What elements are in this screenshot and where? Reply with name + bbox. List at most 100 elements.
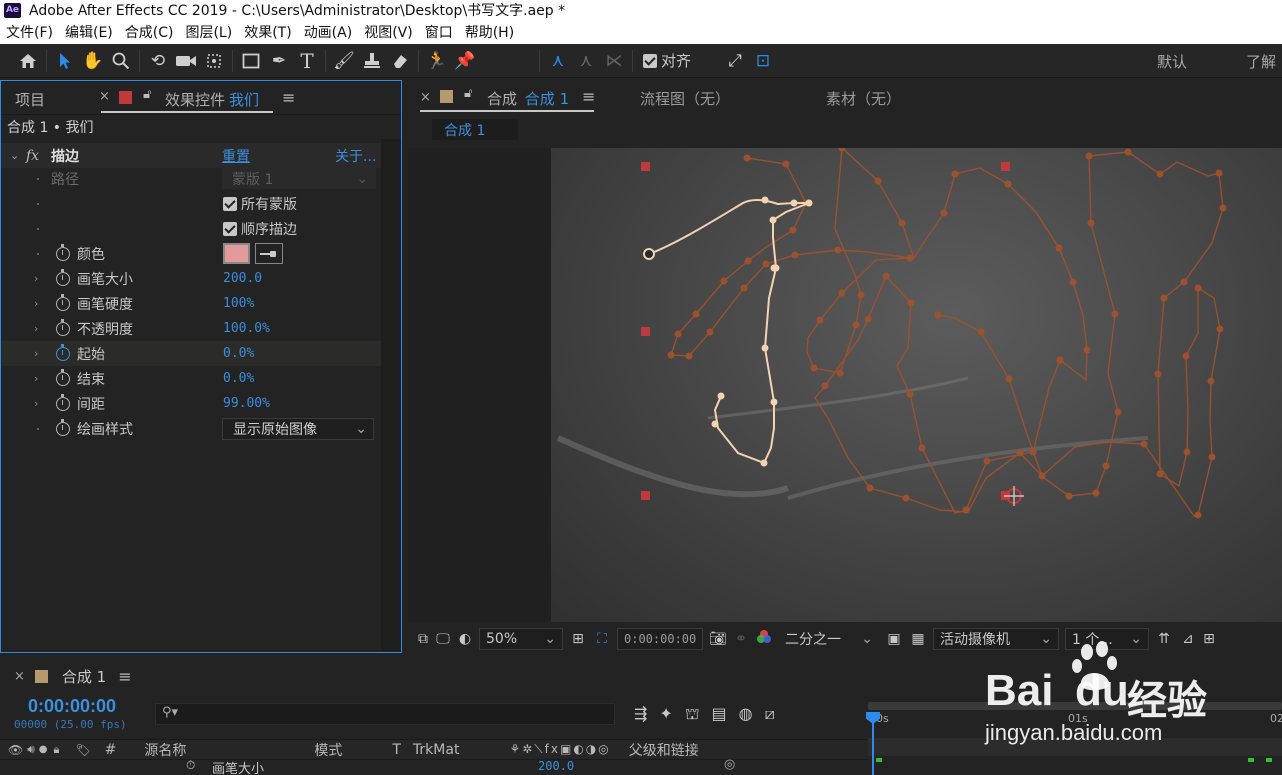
frame-blending-icon[interactable]: ▤: [712, 704, 727, 725]
fx-icon[interactable]: fx: [26, 148, 39, 164]
close-tab-icon[interactable]: ×: [99, 89, 110, 104]
spacing-value[interactable]: 99.00%: [223, 396, 270, 411]
path-dropdown[interactable]: 蒙版 1 ⌄: [222, 168, 376, 189]
tab-project[interactable]: 项目: [15, 89, 45, 110]
render-icon[interactable]: ⇈: [1152, 631, 1176, 647]
property-value[interactable]: 200.0: [538, 759, 574, 773]
keyframe-marker[interactable]: [1266, 758, 1272, 762]
chevron-right-icon[interactable]: ›: [34, 322, 38, 335]
work-area-bar[interactable]: [868, 702, 1282, 710]
clone-stamp-tool-icon[interactable]: [358, 47, 386, 75]
keyframe-marker[interactable]: [1248, 758, 1254, 762]
brush-hardness-value[interactable]: 100%: [223, 296, 254, 311]
always-preview-icon[interactable]: ⧉: [414, 631, 432, 647]
view-axis-icon[interactable]: ⋉: [600, 47, 628, 75]
home-icon[interactable]: [14, 47, 42, 75]
mask-visibility-icon[interactable]: ◐: [454, 631, 476, 647]
shy-layers-icon[interactable]: ⛫: [685, 704, 700, 725]
rectangle-tool-icon[interactable]: [237, 47, 265, 75]
local-axis-icon[interactable]: ⋏: [544, 47, 572, 75]
snapshot-camera-icon[interactable]: 📷︎: [706, 631, 730, 647]
transparency-grid-icon[interactable]: ▦: [906, 631, 930, 647]
selection-tool-icon[interactable]: [51, 47, 79, 75]
close-tab-icon[interactable]: ×: [420, 90, 431, 105]
panel-menu-icon[interactable]: ≡: [582, 87, 595, 106]
tab-composition[interactable]: 合成 合成 1: [487, 88, 569, 109]
panel-scrollbar[interactable]: [381, 139, 401, 651]
hand-tool-icon[interactable]: ✋: [79, 47, 107, 75]
timeline-link-icon[interactable]: ⊞: [1200, 631, 1218, 647]
panel-menu-icon[interactable]: ≡: [282, 88, 295, 107]
lock-icon[interactable]: 🔒︎: [54, 743, 60, 757]
switches-icons[interactable]: ⚘✲⟍fx▣◐◑◎: [509, 742, 610, 757]
reset-link[interactable]: 重置: [222, 146, 250, 166]
stopwatch-active-icon[interactable]: [56, 343, 70, 361]
stopwatch-icon[interactable]: [56, 268, 70, 286]
motion-blur-icon[interactable]: ◍: [739, 704, 753, 725]
col-source-name[interactable]: 源名称: [144, 740, 186, 760]
col-mode[interactable]: 模式: [314, 740, 342, 760]
pen-tool-icon[interactable]: ✒: [265, 47, 293, 75]
chevron-right-icon[interactable]: ›: [34, 372, 38, 385]
chevron-right-icon[interactable]: ›: [34, 397, 38, 410]
roto-brush-tool-icon[interactable]: 🏃: [423, 47, 451, 75]
menu-animation[interactable]: 动画(A): [298, 22, 359, 42]
chevron-right-icon[interactable]: ›: [34, 272, 38, 285]
menu-effect[interactable]: 效果(T): [238, 22, 297, 42]
tab-effect-controls[interactable]: 效果控件 我们: [165, 89, 259, 110]
stopwatch-icon[interactable]: [56, 368, 70, 386]
chevron-right-icon[interactable]: ›: [34, 297, 38, 310]
comp-breadcrumb-tab[interactable]: 合成 1: [432, 119, 518, 140]
reset-exposure-icon[interactable]: ⊿: [1176, 631, 1200, 647]
workspace-learn[interactable]: 了解: [1246, 44, 1276, 78]
stopwatch-icon[interactable]: [56, 243, 70, 261]
channel-rgb-icon[interactable]: [752, 629, 776, 649]
layer-search-input[interactable]: ⚲▾: [155, 703, 615, 725]
toggle-mask-path-icon[interactable]: ⛶: [590, 631, 614, 647]
chevron-down-icon[interactable]: ⌄: [10, 149, 19, 162]
views-dropdown[interactable]: 1 个... ⌄: [1065, 628, 1149, 650]
visibility-eye-icon[interactable]: 👁︎: [8, 743, 23, 757]
label-tag-icon[interactable]: 🏷︎: [75, 743, 90, 757]
lock-icon[interactable]: 🔓︎: [143, 87, 151, 102]
brush-tool-icon[interactable]: 🖌: [330, 47, 358, 75]
brush-size-value[interactable]: 200.0: [223, 271, 262, 286]
graph-editor-icon[interactable]: ⧄: [765, 704, 775, 725]
expand-icon[interactable]: ⤢: [721, 47, 749, 75]
text-tool-icon[interactable]: T: [293, 47, 321, 75]
menu-view[interactable]: 视图(V): [358, 22, 419, 42]
comp-canvas[interactable]: [408, 148, 1282, 622]
time-ruler[interactable]: 0s 01s 02: [866, 698, 1282, 775]
tab-footage[interactable]: 素材（无）: [826, 88, 901, 109]
timeline-tab[interactable]: × 合成 1 ≡: [14, 664, 132, 688]
eraser-tool-icon[interactable]: [386, 47, 414, 75]
timecode-display[interactable]: 0:00:00:00: [617, 628, 703, 650]
close-tab-icon[interactable]: ×: [14, 669, 25, 684]
menu-help[interactable]: 帮助(H): [459, 22, 520, 42]
draft-3d-icon[interactable]: ✦: [659, 704, 672, 725]
audio-icon[interactable]: 🔊︎: [27, 742, 35, 757]
layer-bar-track[interactable]: [868, 738, 1282, 756]
lock-icon[interactable]: 🔓︎: [464, 86, 472, 101]
eyedropper-icon[interactable]: [255, 243, 283, 264]
menu-edit[interactable]: 编辑(E): [59, 22, 119, 42]
pan-behind-tool-icon[interactable]: [200, 47, 228, 75]
col-trkmat[interactable]: TrkMat: [413, 742, 460, 758]
camera-tool-icon[interactable]: [172, 47, 200, 75]
menu-layer[interactable]: 图层(L): [179, 22, 238, 42]
zoom-dropdown[interactable]: 50% ⌄: [479, 628, 563, 650]
puppet-pin-tool-icon[interactable]: 📌: [451, 47, 479, 75]
all-masks-checkbox[interactable]: 所有蒙版: [223, 194, 297, 214]
zoom-tool-icon[interactable]: [107, 47, 135, 75]
about-link[interactable]: 关于...: [335, 146, 376, 166]
comp-flowchart-icon[interactable]: ⇶: [634, 704, 647, 725]
menu-composition[interactable]: 合成(C): [119, 22, 180, 42]
snap-icon[interactable]: ⊡: [749, 47, 777, 75]
panel-menu-icon[interactable]: ≡: [118, 667, 131, 686]
pickwhip-icon[interactable]: ◎: [724, 757, 735, 772]
stopwatch-icon[interactable]: [56, 393, 70, 411]
workspace-default[interactable]: 默认: [1157, 44, 1187, 78]
col-parent[interactable]: 父级和链接: [629, 740, 699, 760]
resolution-dropdown[interactable]: 二分之一 ⌄: [779, 628, 879, 650]
color-swatch[interactable]: [223, 243, 250, 264]
